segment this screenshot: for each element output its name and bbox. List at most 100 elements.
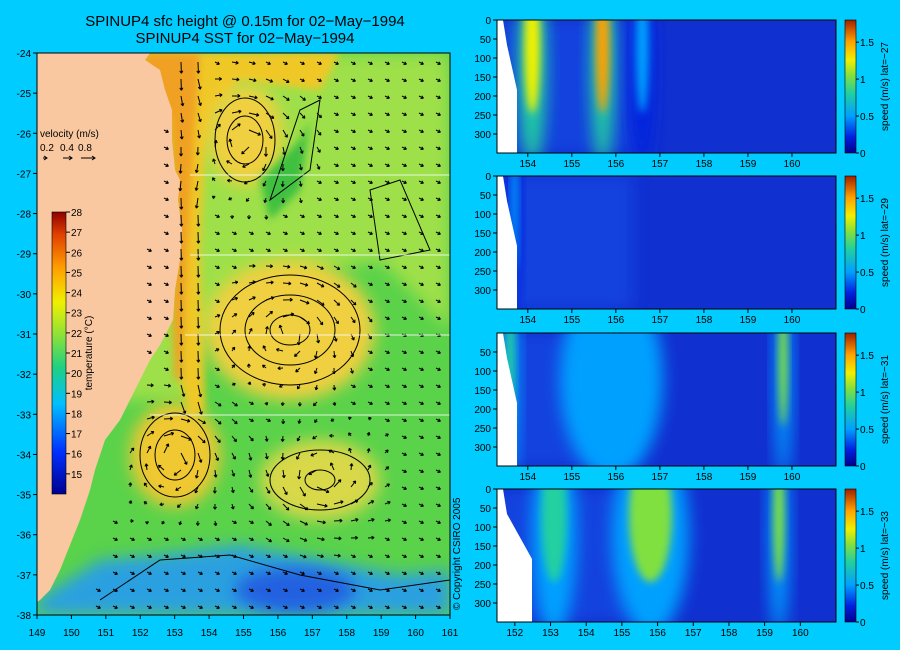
velocity-legend-title: velocity (m/s) bbox=[40, 129, 99, 140]
section-y-tick-label: 250 bbox=[474, 267, 491, 278]
temperature-tick-label: 17 bbox=[71, 430, 83, 441]
section-x-tick-label: 154 bbox=[519, 159, 536, 170]
map-y-tick-label: -25 bbox=[17, 89, 32, 100]
section-x-tick-label: 156 bbox=[608, 315, 625, 326]
speed-colorbar-tick: 0 bbox=[860, 618, 866, 629]
speed-colorbar-label: speed (m/s) lat=−33 bbox=[880, 511, 891, 600]
speed-colorbar-tick: 0 bbox=[860, 462, 866, 473]
section-y-tick-label: 250 bbox=[474, 424, 491, 435]
section-y-tick-label: 200 bbox=[474, 405, 491, 416]
section-y-tick-label: 200 bbox=[474, 561, 491, 572]
section-x-tick-label: 159 bbox=[740, 315, 757, 326]
section-x-tick-label: 156 bbox=[608, 472, 625, 483]
map-x-axis: 149 150 151 152 153 154 155 156 157 158 159 160 161 bbox=[29, 615, 459, 639]
map-y-tick-label: -35 bbox=[17, 491, 32, 502]
map-y-tick-label: -36 bbox=[17, 531, 32, 542]
temperature-tick-label: 27 bbox=[71, 228, 83, 239]
map-x-tick-label: 155 bbox=[235, 628, 252, 639]
section-x-tick-label: 154 bbox=[519, 315, 536, 326]
section-y-tick-label: 200 bbox=[474, 92, 491, 103]
eddy-3 bbox=[130, 403, 220, 507]
map-y-tick-label: -24 bbox=[17, 49, 32, 60]
jet-core bbox=[773, 489, 785, 583]
section-y-tick-label: 100 bbox=[474, 523, 491, 534]
temperature-tick-label: 16 bbox=[71, 450, 83, 461]
velocity-legend-value: 0.2 bbox=[40, 143, 54, 154]
map-x-tick-label: 151 bbox=[97, 628, 114, 639]
section-y-tick-label: 300 bbox=[474, 443, 491, 454]
section-y-tick-label: 100 bbox=[474, 367, 491, 378]
speed-colorbar-tick: 0.5 bbox=[860, 425, 874, 436]
temperature-tick-label: 26 bbox=[71, 248, 83, 259]
map-y-tick-label: -28 bbox=[17, 210, 32, 221]
speed-colorbar-label: speed (m/s) lat=−31 bbox=[880, 355, 891, 444]
section-y-tick-label: 100 bbox=[474, 54, 491, 65]
section-y-tick-label: 300 bbox=[474, 599, 491, 610]
speed-colorbar bbox=[844, 19, 857, 154]
section-x-tick-label: 152 bbox=[506, 628, 523, 639]
section-y-tick-label: 0 bbox=[485, 172, 491, 183]
map-x-tick-label: 156 bbox=[270, 628, 287, 639]
section-x-tick-label: 157 bbox=[652, 159, 669, 170]
section-y-tick-label: 0 bbox=[485, 16, 491, 27]
section-x-tick-label: 160 bbox=[792, 628, 809, 639]
section-x-tick-label: 157 bbox=[685, 628, 702, 639]
temperature-tick-label: 28 bbox=[71, 208, 83, 219]
section-x-tick-label: 160 bbox=[784, 472, 801, 483]
section-y-tick-label: 300 bbox=[474, 286, 491, 297]
section-x-tick-label: 155 bbox=[564, 315, 581, 326]
section-x-tick-label: 155 bbox=[564, 472, 581, 483]
section-x-tick-label: 154 bbox=[519, 472, 536, 483]
speed-colorbar-tick: 0 bbox=[860, 149, 866, 160]
temperature-tick-label: 19 bbox=[71, 389, 83, 400]
speed-colorbar-tick: 1 bbox=[860, 544, 866, 555]
map-y-tick-label: -26 bbox=[17, 129, 32, 140]
map-y-tick-label: -34 bbox=[17, 450, 32, 461]
section-y-tick-label: 250 bbox=[474, 580, 491, 591]
speed-colorbar-label: speed (m/s) lat=−29 bbox=[880, 198, 891, 287]
speed-colorbar-tick: 1.5 bbox=[860, 351, 874, 362]
map-x-tick-label: 157 bbox=[304, 628, 321, 639]
section-y-tick-label: 50 bbox=[480, 348, 492, 359]
map-y-axis: -24 -25 -26 -27 -28 -29 -30 -31 -32 -33 -34 -35 -36 -… bbox=[17, 49, 37, 622]
section-x-tick-label: 157 bbox=[652, 315, 669, 326]
map-y-tick-label: -33 bbox=[17, 410, 32, 421]
section-y-tick-label: 100 bbox=[474, 210, 491, 221]
temperature-colorbar-label: temperature (°C) bbox=[84, 316, 95, 391]
section-y-tick-label: 150 bbox=[474, 73, 491, 84]
section-x-tick-label: 157 bbox=[652, 472, 669, 483]
section-y-tick-label: 150 bbox=[474, 542, 491, 553]
section-x-tick-label: 160 bbox=[784, 159, 801, 170]
temperature-tick-label: 22 bbox=[71, 329, 83, 340]
map-x-tick-label: 154 bbox=[201, 628, 218, 639]
speed-colorbar-tick: 1 bbox=[860, 75, 866, 86]
section-x-tick-label: 155 bbox=[564, 159, 581, 170]
section-x-tick-label: 155 bbox=[614, 628, 631, 639]
temperature-tick-label: 20 bbox=[71, 369, 83, 380]
section-y-tick-label: 150 bbox=[474, 229, 491, 240]
map-x-tick-label: 150 bbox=[63, 628, 80, 639]
temperature-colorbar bbox=[51, 211, 67, 495]
temperature-tick-label: 18 bbox=[71, 409, 83, 420]
jet-core bbox=[629, 489, 672, 583]
speed-colorbar-tick: 1 bbox=[860, 231, 866, 242]
temperature-tick-label: 15 bbox=[71, 470, 83, 481]
jet-core bbox=[541, 489, 567, 583]
speed-colorbar-tick: 0 bbox=[860, 305, 866, 316]
map-y-tick-label: -29 bbox=[17, 250, 32, 261]
section-y-tick-label: 50 bbox=[480, 191, 492, 202]
section-y-tick-label: 50 bbox=[480, 35, 492, 46]
eddy-4 bbox=[260, 440, 380, 520]
speed-colorbar-tick: 0.5 bbox=[860, 268, 874, 279]
map-y-tick-label: -38 bbox=[17, 611, 32, 622]
speed-colorbar-tick: 0.5 bbox=[860, 112, 874, 123]
speed-colorbar-tick: 1.5 bbox=[860, 507, 874, 518]
section-x-tick-label: 158 bbox=[721, 628, 738, 639]
section-x-tick-label: 154 bbox=[578, 628, 595, 639]
section-x-tick-label: 156 bbox=[649, 628, 666, 639]
section-x-tick-label: 153 bbox=[542, 628, 559, 639]
speed-colorbar-tick: 1 bbox=[860, 388, 866, 399]
section-x-tick-label: 159 bbox=[740, 472, 757, 483]
map-y-tick-label: -30 bbox=[17, 290, 32, 301]
map-x-tick-label: 161 bbox=[442, 628, 459, 639]
